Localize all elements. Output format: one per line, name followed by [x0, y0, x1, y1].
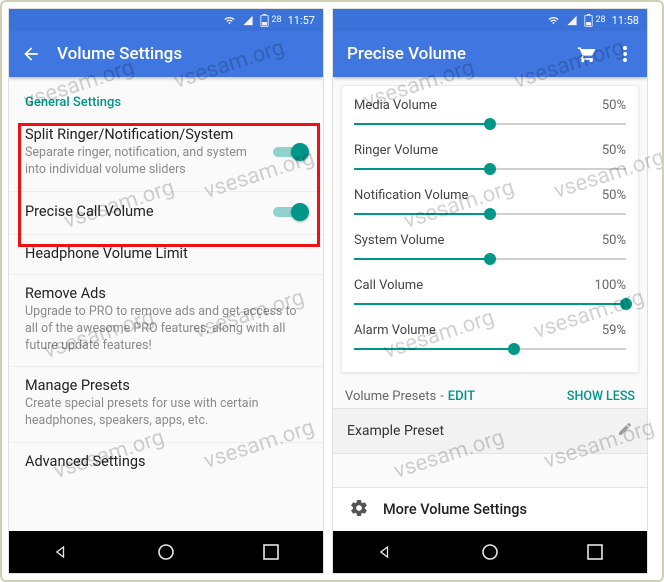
- slider-notification-volume[interactable]: [354, 203, 626, 225]
- section-header: General Settings: [9, 87, 323, 116]
- setting-subtext: Upgrade to PRO to remove ads and get acc…: [25, 304, 307, 355]
- setting-subtext: Create special presets for use with cert…: [25, 396, 307, 430]
- appbar: Volume Settings: [9, 31, 323, 77]
- battery-text: 28: [595, 15, 605, 25]
- slider-system-volume[interactable]: [354, 248, 626, 270]
- battery-icon: 28: [584, 14, 605, 27]
- signal-icon: [566, 15, 578, 26]
- page-title: Volume Settings: [57, 44, 313, 64]
- wifi-icon: [547, 15, 560, 26]
- slider-ringer-volume[interactable]: [354, 158, 626, 180]
- switch-split[interactable]: [273, 142, 307, 162]
- page-title: Precise Volume: [343, 44, 561, 64]
- phone-left: 28 11:57 Volume Settings General Setting…: [8, 8, 324, 574]
- setting-label: Headphone Volume Limit: [25, 245, 307, 262]
- switch-precise-call[interactable]: [273, 202, 307, 222]
- slider-value: 50%: [602, 143, 626, 158]
- battery-text: 28: [271, 15, 281, 25]
- back-icon[interactable]: [19, 42, 43, 66]
- volume-slider-row: Call Volume 100%: [354, 272, 626, 317]
- nav-bar: [333, 531, 647, 573]
- setting-split-ringer[interactable]: Split Ringer/Notification/System Separat…: [9, 116, 323, 192]
- setting-label: Advanced Settings: [25, 453, 307, 470]
- phone-right: 28 11:58 Precise Volume Media Volume50%R…: [332, 8, 648, 574]
- slider-label: Media Volume: [354, 98, 437, 113]
- nav-back-icon[interactable]: [367, 534, 403, 570]
- setting-label: Manage Presets: [25, 377, 307, 394]
- content: General Settings Split Ringer/Notificati…: [9, 77, 323, 482]
- slider-media-volume[interactable]: [354, 113, 626, 135]
- slider-label: Ringer Volume: [354, 143, 438, 158]
- nav-home-icon[interactable]: [472, 534, 508, 570]
- nav-home-icon[interactable]: [148, 534, 184, 570]
- slider-value: 50%: [602, 188, 626, 203]
- nav-recent-icon[interactable]: [253, 534, 289, 570]
- slider-label: Call Volume: [354, 278, 423, 293]
- nav-bar: [9, 531, 323, 573]
- setting-manage-presets[interactable]: Manage Presets Create special presets fo…: [9, 367, 323, 443]
- setting-precise-call[interactable]: Precise Call Volume: [9, 192, 323, 235]
- presets-label: Volume Presets: [345, 389, 436, 404]
- preset-name: Example Preset: [347, 423, 444, 439]
- wifi-icon: [223, 15, 236, 26]
- appbar: Precise Volume: [333, 31, 647, 77]
- nav-back-icon[interactable]: [43, 534, 79, 570]
- setting-label: Precise Call Volume: [25, 203, 263, 220]
- clock-text: 11:57: [288, 14, 315, 27]
- slider-label: Alarm Volume: [354, 323, 436, 338]
- presets-header: Volume Presets - EDIT SHOW LESS: [333, 381, 647, 408]
- cart-icon[interactable]: [575, 42, 599, 66]
- volume-slider-row: Media Volume 50%: [354, 92, 626, 137]
- status-bar: 28 11:58: [333, 9, 647, 31]
- battery-icon: 28: [260, 14, 281, 27]
- volume-slider-row: Notification Volume 50%: [354, 182, 626, 227]
- volume-slider-row: System Volume 50%: [354, 227, 626, 272]
- preset-item[interactable]: Example Preset: [333, 408, 647, 454]
- setting-label: Remove Ads: [25, 285, 307, 302]
- slider-value: 50%: [602, 98, 626, 113]
- more-settings-button[interactable]: More Volume Settings: [333, 487, 647, 531]
- nav-recent-icon[interactable]: [577, 534, 613, 570]
- slider-alarm-volume[interactable]: [354, 338, 626, 360]
- gear-icon: [349, 498, 369, 522]
- pencil-icon[interactable]: [617, 421, 633, 441]
- show-less-button[interactable]: SHOW LESS: [567, 389, 635, 404]
- clock-text: 11:58: [612, 14, 639, 27]
- setting-advanced[interactable]: Advanced Settings: [9, 443, 323, 482]
- volume-card: Media Volume50%Ringer Volume50%Notificat…: [341, 85, 639, 373]
- volume-slider-row: Alarm Volume 59%: [354, 317, 626, 362]
- setting-subtext: Separate ringer, notification, and syste…: [25, 145, 263, 179]
- slider-label: Notification Volume: [354, 188, 468, 203]
- setting-remove-ads[interactable]: Remove Ads Upgrade to PRO to remove ads …: [9, 275, 323, 368]
- slider-label: System Volume: [354, 233, 444, 248]
- setting-label: Split Ringer/Notification/System: [25, 126, 263, 143]
- volume-slider-row: Ringer Volume 50%: [354, 137, 626, 182]
- signal-icon: [242, 15, 254, 26]
- status-bar: 28 11:57: [9, 9, 323, 31]
- slider-call-volume[interactable]: [354, 293, 626, 315]
- slider-value: 59%: [602, 323, 626, 338]
- more-settings-label: More Volume Settings: [383, 501, 527, 518]
- slider-value: 100%: [595, 278, 626, 293]
- slider-value: 50%: [602, 233, 626, 248]
- edit-button[interactable]: EDIT: [448, 389, 475, 404]
- overflow-icon[interactable]: [613, 42, 637, 66]
- setting-headphone-limit[interactable]: Headphone Volume Limit: [9, 235, 323, 275]
